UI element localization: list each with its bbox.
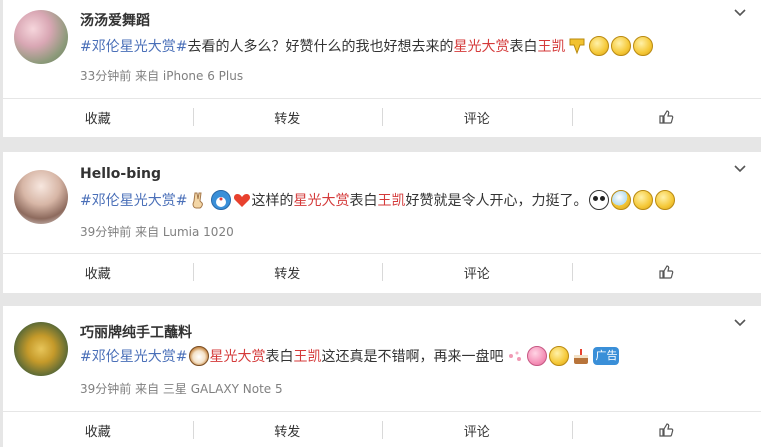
post-card: 巧丽牌纯手工蘸料 #邓伦星光大赏# 星光大赏 表白 王凯 这还真是不错啊，再来一… bbox=[3, 306, 761, 447]
post-text: #邓伦星光大赏# 星光大赏 表白 王凯 这还真是不错啊，再来一盘吧 广告 bbox=[80, 346, 620, 366]
panda-icon bbox=[589, 190, 610, 210]
highlight-text: 星光大赏 bbox=[453, 39, 510, 55]
hashtag-link[interactable]: #邓伦星光大赏# bbox=[80, 346, 187, 366]
favorite-label: 收藏 bbox=[84, 111, 111, 127]
angry-face-icon bbox=[633, 36, 654, 56]
ad-badge-label: 广告 bbox=[595, 349, 618, 362]
comment-label: 评论 bbox=[463, 266, 490, 282]
text-segment: 这还真是不错啊，再来一盘吧 bbox=[321, 349, 504, 365]
avatar[interactable] bbox=[14, 322, 68, 376]
text-segment: 去看的人多么？好赞什么的我也好想去来的 bbox=[187, 39, 454, 55]
like-button[interactable] bbox=[571, 412, 761, 447]
user-name[interactable]: Hello-bing bbox=[80, 166, 161, 182]
like-button[interactable] bbox=[571, 254, 761, 290]
like-button[interactable] bbox=[571, 99, 761, 135]
hashtag-link[interactable]: #邓伦星光大赏# bbox=[80, 36, 187, 56]
thumbs-up-icon bbox=[659, 110, 674, 124]
text-segment: 表白 bbox=[349, 193, 378, 209]
comment-label: 评论 bbox=[463, 111, 490, 127]
text-segment: 这样的 bbox=[251, 193, 294, 209]
favorite-label: 收藏 bbox=[84, 424, 111, 440]
post-meta: 39分钟前 来自 三星 GALAXY Note 5 bbox=[80, 382, 283, 396]
post-meta: 39分钟前 来自 Lumia 1020 bbox=[80, 225, 234, 239]
weibo-feed: 汤汤爱舞蹈 #邓伦星光大赏# 去看的人多么？好赞什么的我也好想去来的 星光大赏 … bbox=[0, 0, 761, 447]
post-text: #邓伦星光大赏# 去看的人多么？好赞什么的我也好想去来的 星光大赏 表白 王凯 bbox=[80, 36, 654, 56]
action-bar: 收藏 转发 评论 bbox=[3, 253, 761, 290]
favorite-button[interactable]: 收藏 bbox=[3, 254, 193, 290]
pink-pig-icon bbox=[527, 346, 548, 366]
text-segment: 好赞就是令人开心，力挺了。 bbox=[405, 193, 588, 209]
dog-face-icon bbox=[189, 346, 210, 366]
heart-icon bbox=[233, 192, 251, 208]
comment-button[interactable]: 评论 bbox=[382, 99, 572, 135]
victory-hand-icon bbox=[189, 190, 209, 210]
surprised-face-icon bbox=[611, 36, 632, 56]
doraemon-icon bbox=[211, 190, 232, 210]
text-segment: 表白 bbox=[509, 39, 538, 55]
post-meta: 33分钟前 来自 iPhone 6 Plus bbox=[80, 69, 244, 83]
comment-button[interactable]: 评论 bbox=[382, 254, 572, 290]
post-card: 汤汤爱舞蹈 #邓伦星光大赏# 去看的人多么？好赞什么的我也好想去来的 星光大赏 … bbox=[3, 0, 761, 137]
highlight-text: 星光大赏 bbox=[293, 193, 350, 209]
text-segment: 表白 bbox=[265, 349, 294, 365]
post-text: #邓伦星光大赏# 这样的 星光大赏 表白 王凯 好赞就是令人开心，力挺了。 bbox=[80, 190, 676, 210]
favorite-label: 收藏 bbox=[84, 266, 111, 282]
highlight-text: 星光大赏 bbox=[209, 349, 266, 365]
highlight-text: 王凯 bbox=[293, 349, 322, 365]
user-name[interactable]: 巧丽牌纯手工蘸料 bbox=[80, 322, 192, 342]
highlight-text: 王凯 bbox=[377, 193, 406, 209]
favorite-button[interactable]: 收藏 bbox=[3, 99, 193, 135]
favorite-button[interactable]: 收藏 bbox=[3, 412, 193, 447]
highlight-text: 王凯 bbox=[537, 39, 566, 55]
user-name[interactable]: 汤汤爱舞蹈 bbox=[80, 10, 150, 30]
ad-badge-icon: 广告 bbox=[593, 347, 620, 365]
repost-button[interactable]: 转发 bbox=[192, 412, 383, 447]
down-arrow-sticker-icon bbox=[567, 36, 587, 56]
thinking-face-icon bbox=[633, 190, 654, 210]
avatar[interactable] bbox=[14, 10, 68, 64]
crying-face-icon bbox=[549, 346, 570, 366]
surprised-face-icon bbox=[589, 36, 610, 56]
cake-icon bbox=[571, 346, 591, 366]
repost-label: 转发 bbox=[274, 111, 301, 127]
laughing-face-icon bbox=[655, 190, 676, 210]
chevron-down-icon[interactable] bbox=[733, 6, 747, 20]
chevron-down-icon[interactable] bbox=[733, 162, 747, 176]
repost-label: 转发 bbox=[274, 424, 301, 440]
action-bar: 收藏 转发 评论 bbox=[3, 98, 761, 135]
sweat-face-icon bbox=[611, 190, 632, 210]
repost-label: 转发 bbox=[274, 266, 301, 282]
post-card: Hello-bing #邓伦星光大赏# 这样的 星光大赏 表白 王凯 好赞就是令… bbox=[3, 152, 761, 293]
sparkle-icon bbox=[505, 346, 525, 366]
thumbs-up-icon bbox=[659, 423, 674, 437]
chevron-down-icon[interactable] bbox=[733, 316, 747, 330]
comment-label: 评论 bbox=[463, 424, 490, 440]
hashtag-link[interactable]: #邓伦星光大赏# bbox=[80, 190, 187, 210]
comment-button[interactable]: 评论 bbox=[382, 412, 572, 447]
action-bar: 收藏 转发 评论 bbox=[3, 411, 761, 447]
thumbs-up-icon bbox=[659, 265, 674, 279]
repost-button[interactable]: 转发 bbox=[192, 254, 383, 290]
repost-button[interactable]: 转发 bbox=[192, 99, 383, 135]
avatar[interactable] bbox=[14, 170, 68, 224]
